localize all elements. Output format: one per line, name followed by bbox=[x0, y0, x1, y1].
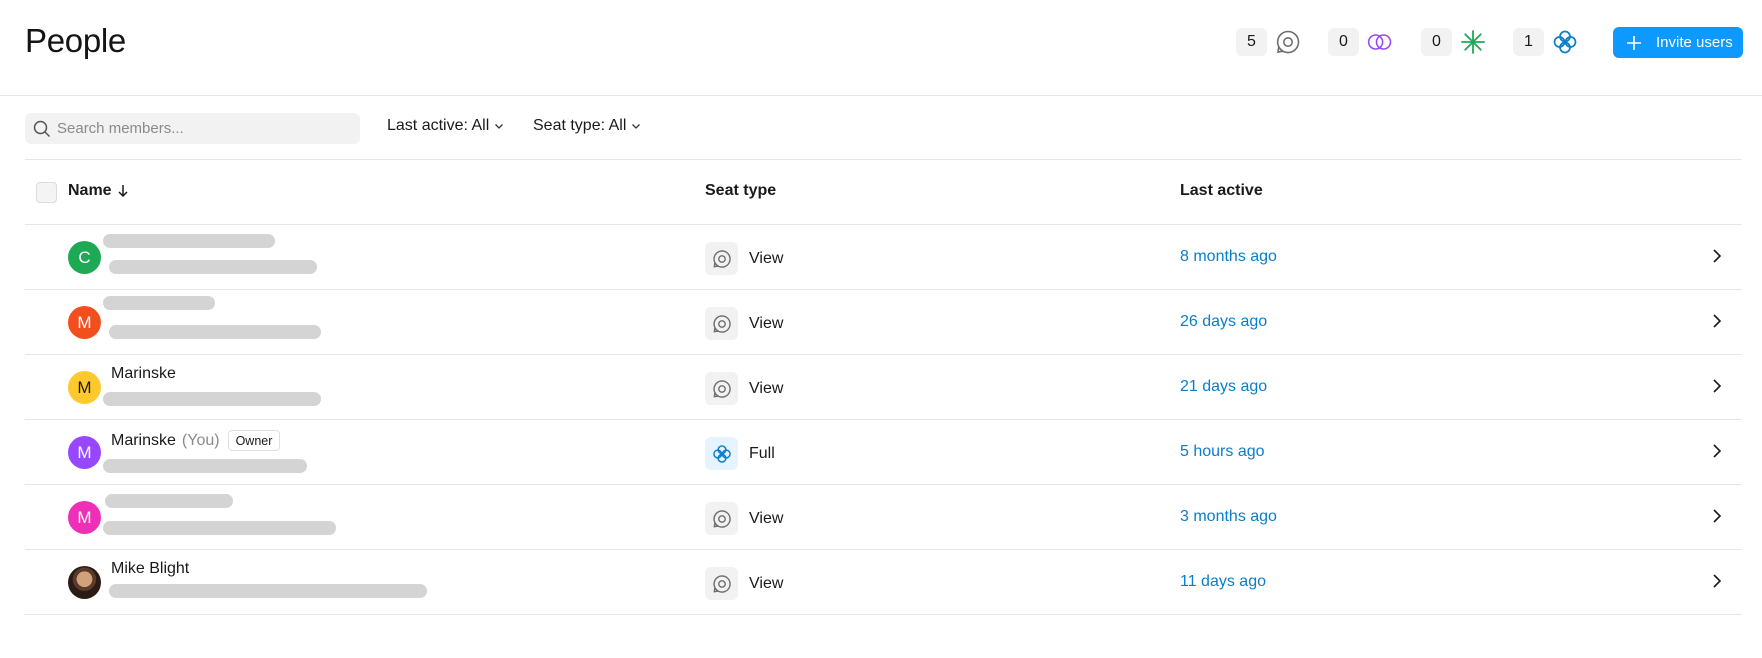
table-row[interactable]: M View 26 days ago bbox=[25, 290, 1742, 355]
invite-users-button[interactable]: Invite users bbox=[1613, 27, 1743, 58]
owner-badge: Owner bbox=[227, 430, 281, 451]
view-seat-icon bbox=[705, 242, 738, 275]
seat-type-cell: View bbox=[705, 502, 783, 535]
name-column-label: Name bbox=[68, 182, 112, 199]
redacted-email bbox=[109, 325, 321, 339]
chevron-right-icon[interactable] bbox=[1710, 507, 1724, 525]
avatar: M bbox=[68, 306, 101, 339]
redacted-email bbox=[103, 459, 307, 473]
view-seat-icon bbox=[705, 307, 738, 340]
avatar: M bbox=[68, 501, 101, 534]
you-tag: (You) bbox=[181, 431, 220, 449]
seat-type-label: View bbox=[749, 574, 784, 592]
avatar: M bbox=[68, 371, 101, 404]
last-active-value: 8 months ago bbox=[1180, 248, 1277, 265]
member-name-line: Marinske (You) Owner bbox=[111, 430, 281, 451]
dev-seat-count: 0 bbox=[1421, 28, 1452, 56]
last-active-value: 3 months ago bbox=[1180, 508, 1277, 525]
collab-seat-icon bbox=[1366, 28, 1394, 56]
seat-type-label: View bbox=[749, 249, 784, 267]
seat-type-cell: View bbox=[705, 567, 783, 600]
seat-type-cell: View bbox=[705, 307, 783, 340]
table-row[interactable]: M Marinske (You) Owner Full 5 hours ago bbox=[25, 420, 1742, 485]
avatar: C bbox=[68, 241, 101, 274]
filter-toolbar: Last active: All Seat type: All bbox=[25, 97, 1742, 160]
chevron-right-icon[interactable] bbox=[1710, 442, 1724, 460]
sort-down-arrow-icon bbox=[117, 184, 129, 198]
table-row[interactable]: M View 3 months ago bbox=[25, 485, 1742, 550]
chevron-right-icon[interactable] bbox=[1710, 572, 1724, 590]
member-name: Mike Blight bbox=[111, 560, 190, 577]
member-name: Marinske bbox=[111, 365, 176, 382]
seat-type-cell: View bbox=[705, 242, 783, 275]
member-name-line: Mike Blight bbox=[111, 560, 189, 578]
chevron-right-icon[interactable] bbox=[1710, 377, 1724, 395]
seat-type-label: View bbox=[749, 379, 784, 397]
seat-type-cell: Full bbox=[705, 437, 775, 470]
last-active-value: 5 hours ago bbox=[1180, 443, 1265, 460]
dev-seat-icon bbox=[1459, 28, 1487, 56]
view-seat-icon bbox=[705, 502, 738, 535]
chevron-down-icon bbox=[630, 120, 642, 132]
redacted-email bbox=[109, 260, 317, 274]
seat-type-label: View bbox=[749, 314, 784, 332]
seat-type-filter[interactable]: Seat type: All bbox=[533, 117, 642, 135]
seat-type-filter-label: Seat type: All bbox=[533, 117, 627, 134]
view-seat-count: 5 bbox=[1236, 28, 1267, 56]
full-seat-counter: 1 bbox=[1513, 28, 1579, 56]
last-active-filter[interactable]: Last active: All bbox=[387, 117, 505, 135]
chevron-right-icon[interactable] bbox=[1710, 312, 1724, 330]
full-seat-count: 1 bbox=[1513, 28, 1544, 56]
view-seat-icon bbox=[705, 567, 738, 600]
table-header: Name Seat type Last active bbox=[25, 160, 1742, 225]
last-active-value: 11 days ago bbox=[1180, 573, 1266, 590]
collab-seat-count: 0 bbox=[1328, 28, 1359, 56]
chevron-right-icon[interactable] bbox=[1710, 247, 1724, 265]
last-active-value: 21 days ago bbox=[1180, 378, 1268, 395]
page-title: People bbox=[25, 22, 126, 59]
search-input[interactable] bbox=[57, 120, 337, 137]
full-seat-icon bbox=[1551, 28, 1579, 56]
view-seat-counter: 5 bbox=[1236, 28, 1302, 56]
last-active-value: 26 days ago bbox=[1180, 313, 1268, 330]
full-seat-icon bbox=[705, 437, 738, 470]
member-name: Marinske bbox=[111, 431, 176, 449]
chevron-down-icon bbox=[493, 120, 505, 132]
invite-users-label: Invite users bbox=[1656, 34, 1733, 51]
view-seat-icon bbox=[1274, 28, 1302, 56]
table-row[interactable]: Mike Blight View 11 days ago bbox=[25, 550, 1742, 615]
dev-seat-counter: 0 bbox=[1421, 28, 1487, 56]
view-seat-icon bbox=[705, 372, 738, 405]
redacted-email bbox=[103, 392, 321, 406]
redacted-email bbox=[103, 521, 336, 535]
member-name-line: Marinske bbox=[111, 365, 176, 383]
search-icon bbox=[33, 120, 51, 138]
redacted-email bbox=[109, 584, 427, 598]
plus-icon bbox=[1626, 35, 1642, 51]
last-active-column-header[interactable]: Last active bbox=[1180, 182, 1263, 200]
seat-type-column-header[interactable]: Seat type bbox=[705, 182, 776, 200]
collab-seat-counter: 0 bbox=[1328, 28, 1394, 56]
search-box[interactable] bbox=[25, 113, 360, 144]
redacted-name bbox=[103, 296, 215, 310]
seat-type-cell: View bbox=[705, 372, 783, 405]
table-row[interactable]: M Marinske View 21 days ago bbox=[25, 355, 1742, 420]
redacted-name bbox=[103, 234, 275, 248]
seat-type-label: Full bbox=[749, 444, 775, 462]
last-active-column-label: Last active bbox=[1180, 182, 1263, 199]
seat-type-column-label: Seat type bbox=[705, 182, 777, 199]
seat-type-label: View bbox=[749, 509, 784, 527]
avatar: M bbox=[68, 436, 101, 469]
redacted-name bbox=[105, 494, 233, 508]
table-row[interactable]: C View 8 months ago bbox=[25, 225, 1742, 290]
name-column-header[interactable]: Name bbox=[68, 182, 129, 200]
select-all-checkbox[interactable] bbox=[36, 182, 57, 203]
avatar bbox=[68, 566, 101, 599]
page-header: People 5 0 0 1 Invite users bbox=[0, 0, 1762, 96]
last-active-filter-label: Last active: All bbox=[387, 117, 490, 134]
